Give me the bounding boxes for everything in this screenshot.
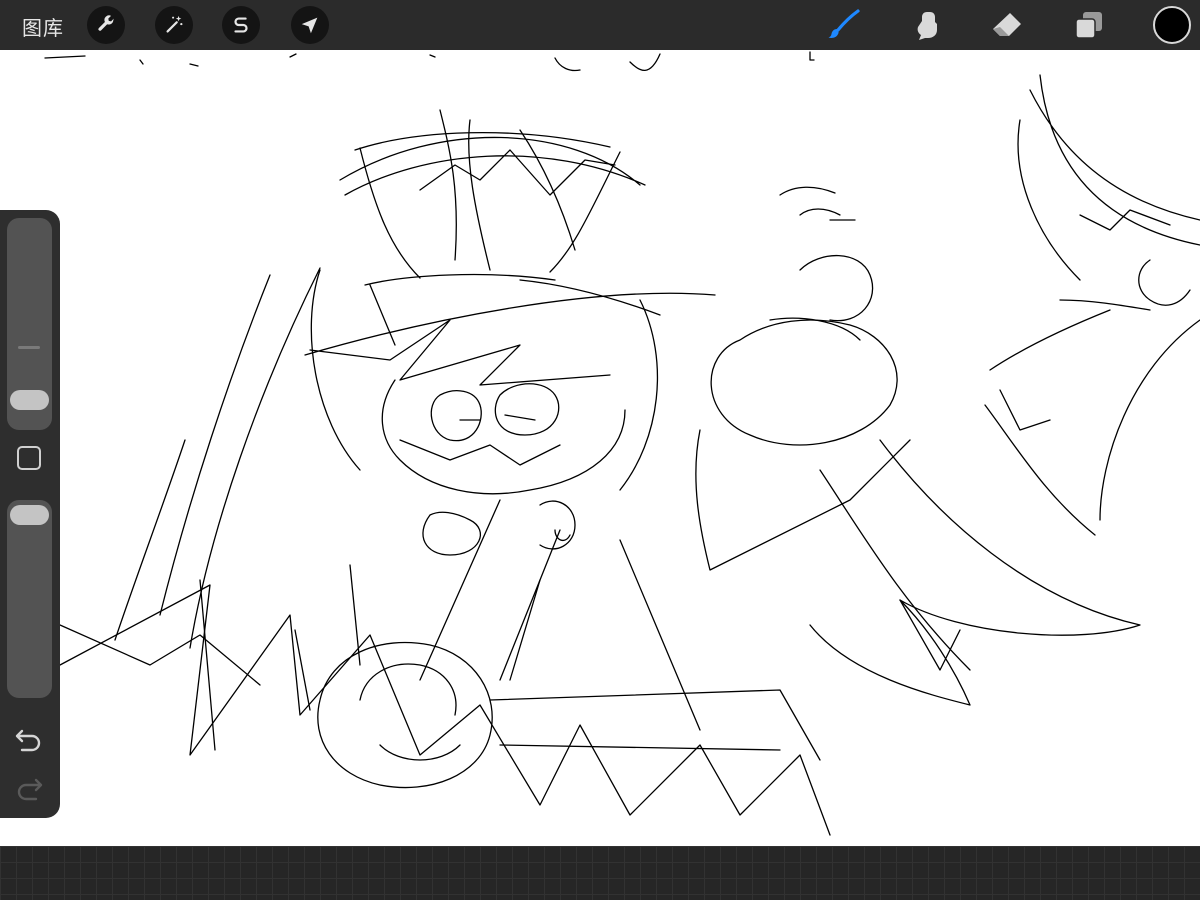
drawing-canvas[interactable] <box>0 50 1200 846</box>
layers-icon <box>1075 12 1102 39</box>
actions-button[interactable] <box>87 6 125 44</box>
bottom-workspace-grid <box>0 846 1200 900</box>
adjustments-button[interactable] <box>155 6 193 44</box>
modify-button[interactable] <box>17 446 41 470</box>
redo-icon <box>17 778 43 801</box>
transform-button[interactable] <box>291 6 329 44</box>
sketch-artwork <box>44 51 1200 836</box>
gallery-button[interactable]: 图库 <box>22 12 64 41</box>
wrench-icon <box>98 15 114 31</box>
eraser-tool-button[interactable] <box>989 8 1025 42</box>
selection-s-icon <box>234 17 248 33</box>
brush-size-thumb[interactable] <box>10 390 49 410</box>
brush-size-slider[interactable] <box>7 218 52 430</box>
magic-wand-icon <box>166 15 183 33</box>
brush-icon <box>828 9 860 38</box>
opacity-slider[interactable] <box>7 500 52 698</box>
slider-tick-mark <box>18 346 40 349</box>
layers-button[interactable] <box>1071 8 1107 42</box>
selection-button[interactable] <box>222 6 260 44</box>
undo-button[interactable] <box>14 726 44 752</box>
eraser-icon <box>993 13 1021 36</box>
left-sidebar <box>0 210 60 818</box>
redo-button[interactable] <box>14 775 44 801</box>
undo-icon <box>15 729 41 752</box>
color-picker-button[interactable] <box>1153 6 1191 44</box>
top-toolbar: 图库 <box>0 0 1200 50</box>
smudge-tool-button[interactable] <box>908 8 944 42</box>
brush-tool-button[interactable] <box>826 8 862 42</box>
arrow-cursor-icon <box>301 17 318 34</box>
smudge-finger-icon <box>917 12 937 40</box>
opacity-thumb[interactable] <box>10 505 49 525</box>
